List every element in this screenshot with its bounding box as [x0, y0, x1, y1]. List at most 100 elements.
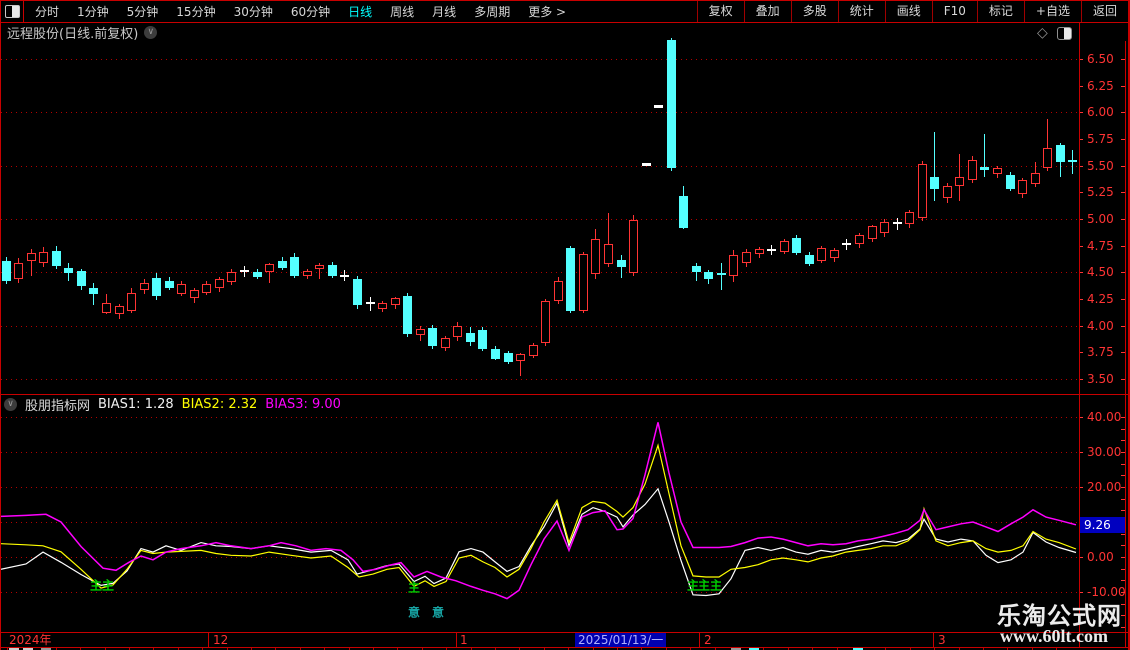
toolbar-item-5[interactable]: 60分钟	[282, 3, 339, 20]
up-candle	[14, 262, 24, 279]
down-candle	[352, 278, 362, 306]
up-candle	[315, 264, 325, 270]
toolbar: 分时 1分钟 5分钟 15分钟 30分钟 60分钟 日线 周线 月线 多周期 更多 > 复权 叠加 多股…	[1, 1, 1128, 23]
selected-date-badge: 2025/01/13/一	[575, 633, 667, 647]
candle-wick	[846, 239, 848, 250]
down-candle	[1, 260, 11, 281]
up-candle	[967, 160, 977, 180]
toolbar-item-0[interactable]: 分时	[26, 3, 68, 20]
down-candle	[804, 255, 814, 264]
toolbar-tool-7[interactable]: +自选	[1023, 1, 1081, 22]
period-menu: 分时 1分钟 5分钟 15分钟 30分钟 60分钟 日线 周线 月线 多周期 更多 >	[26, 3, 575, 20]
axis-left-border	[1079, 23, 1080, 647]
down-candle	[465, 333, 475, 342]
toolbar-item-7[interactable]: 周线	[381, 3, 423, 20]
up-candle	[729, 255, 739, 276]
up-candle	[114, 306, 124, 314]
up-candle	[867, 226, 877, 240]
down-candle	[277, 260, 287, 269]
date-axis-label: 3	[938, 633, 946, 647]
latest-value-badge: 9.26	[1080, 516, 1125, 533]
price-axis-label: 6.25	[1087, 78, 1114, 93]
toolbar-item-3[interactable]: 15分钟	[167, 3, 224, 20]
toolbar-tool-6[interactable]: 标记	[976, 1, 1024, 22]
up-candle	[26, 253, 36, 261]
up-candle	[629, 220, 638, 274]
up-candle	[880, 222, 889, 233]
up-candle	[993, 167, 1002, 175]
down-candle	[930, 177, 940, 190]
toolbar-tool-3[interactable]: 统计	[837, 1, 885, 22]
window-layout-button[interactable]	[1, 1, 24, 22]
date-axis: 2024年 12 1 2025/01/13/一 2 3	[1, 633, 1128, 647]
up-candle	[440, 338, 450, 349]
toolbar-item-2[interactable]: 5分钟	[118, 3, 168, 20]
price-axis-label: 4.75	[1087, 238, 1114, 253]
down-candle	[164, 280, 174, 289]
signal-marker-yi: 意	[431, 605, 445, 620]
indicator-name: 股朋指标网	[25, 398, 91, 414]
up-candle	[528, 344, 538, 356]
down-candle	[691, 265, 701, 273]
collapse-chevron-icon[interactable]: ∨	[4, 397, 17, 411]
date-divider	[699, 633, 700, 647]
toolbar-item-1[interactable]: 1分钟	[68, 3, 118, 20]
bias1-value: BIAS1: 1.28	[98, 396, 174, 412]
up-candle	[177, 284, 187, 294]
price-gridline	[1, 112, 1079, 114]
signal-marker-zhu: 主	[697, 578, 711, 593]
suspension-dash	[641, 162, 651, 166]
down-candle	[503, 353, 513, 362]
up-candle	[955, 177, 965, 186]
up-candle	[854, 235, 864, 244]
up-candle	[591, 239, 601, 275]
down-candle	[1055, 145, 1065, 163]
toolbar-item-6[interactable]: 日线	[339, 3, 381, 20]
down-candle	[51, 251, 61, 266]
down-candle	[679, 195, 689, 228]
toolbar-tool-4[interactable]: 画线	[884, 1, 932, 22]
date-divider	[208, 633, 209, 647]
toolbar-item-4[interactable]: 30分钟	[225, 3, 282, 20]
toolbar-tool-5[interactable]: F10	[931, 1, 977, 22]
price-axis-label: 4.25	[1087, 292, 1114, 306]
price-axis-label: 6.00	[1087, 105, 1114, 120]
down-candle	[980, 166, 990, 170]
bias-line-BIAS2	[1, 443, 1077, 589]
signal-marker-zhu: 主	[101, 578, 115, 593]
toolbar-tool-0[interactable]: 复权	[696, 1, 744, 22]
bias-lines-svg	[1, 422, 1077, 600]
up-candle	[139, 283, 149, 291]
bias-indicator-chart[interactable]	[1, 395, 1079, 632]
doji-dash	[767, 248, 777, 251]
price-gridline	[1, 59, 1079, 60]
toolbar-tool-8[interactable]: 返回	[1080, 1, 1128, 22]
price-axis-label: 4.50	[1087, 265, 1114, 280]
date-axis-label: 12	[213, 633, 229, 647]
toolbar-item-8[interactable]: 月线	[423, 3, 465, 20]
down-candle	[792, 238, 802, 254]
bias-axis-label: 0.00	[1087, 550, 1114, 564]
price-axis-label: 5.25	[1087, 185, 1114, 200]
indicator-header: ∨ 股朋指标网 BIAS1: 1.28 BIAS2: 2.32 BIAS3: 9…	[1, 396, 341, 414]
down-candle	[704, 272, 714, 279]
bias-line-BIAS1	[1, 487, 1077, 597]
doji-dash	[892, 222, 902, 225]
toolbar-tool-2[interactable]: 多股	[790, 1, 838, 22]
up-candle	[214, 278, 224, 289]
price-axis-label: 4.00	[1087, 318, 1114, 333]
candle-wick	[934, 131, 936, 201]
toolbar-item-9[interactable]: 多周期	[465, 3, 519, 20]
up-candle	[39, 252, 49, 263]
main-candlestick-chart[interactable]	[1, 37, 1079, 394]
up-candle	[390, 297, 400, 306]
toolbar-item-10[interactable]: 更多 >	[519, 3, 575, 20]
price-gridline	[1, 219, 1079, 220]
bias-axis-label: 30.00	[1087, 445, 1122, 459]
bias-line-BIAS3	[1, 422, 1077, 600]
toolbar-tool-1[interactable]: 叠加	[743, 1, 791, 22]
up-candle	[1043, 147, 1053, 168]
down-candle	[403, 295, 413, 335]
up-candle	[541, 301, 551, 343]
doji-dash	[842, 242, 852, 245]
